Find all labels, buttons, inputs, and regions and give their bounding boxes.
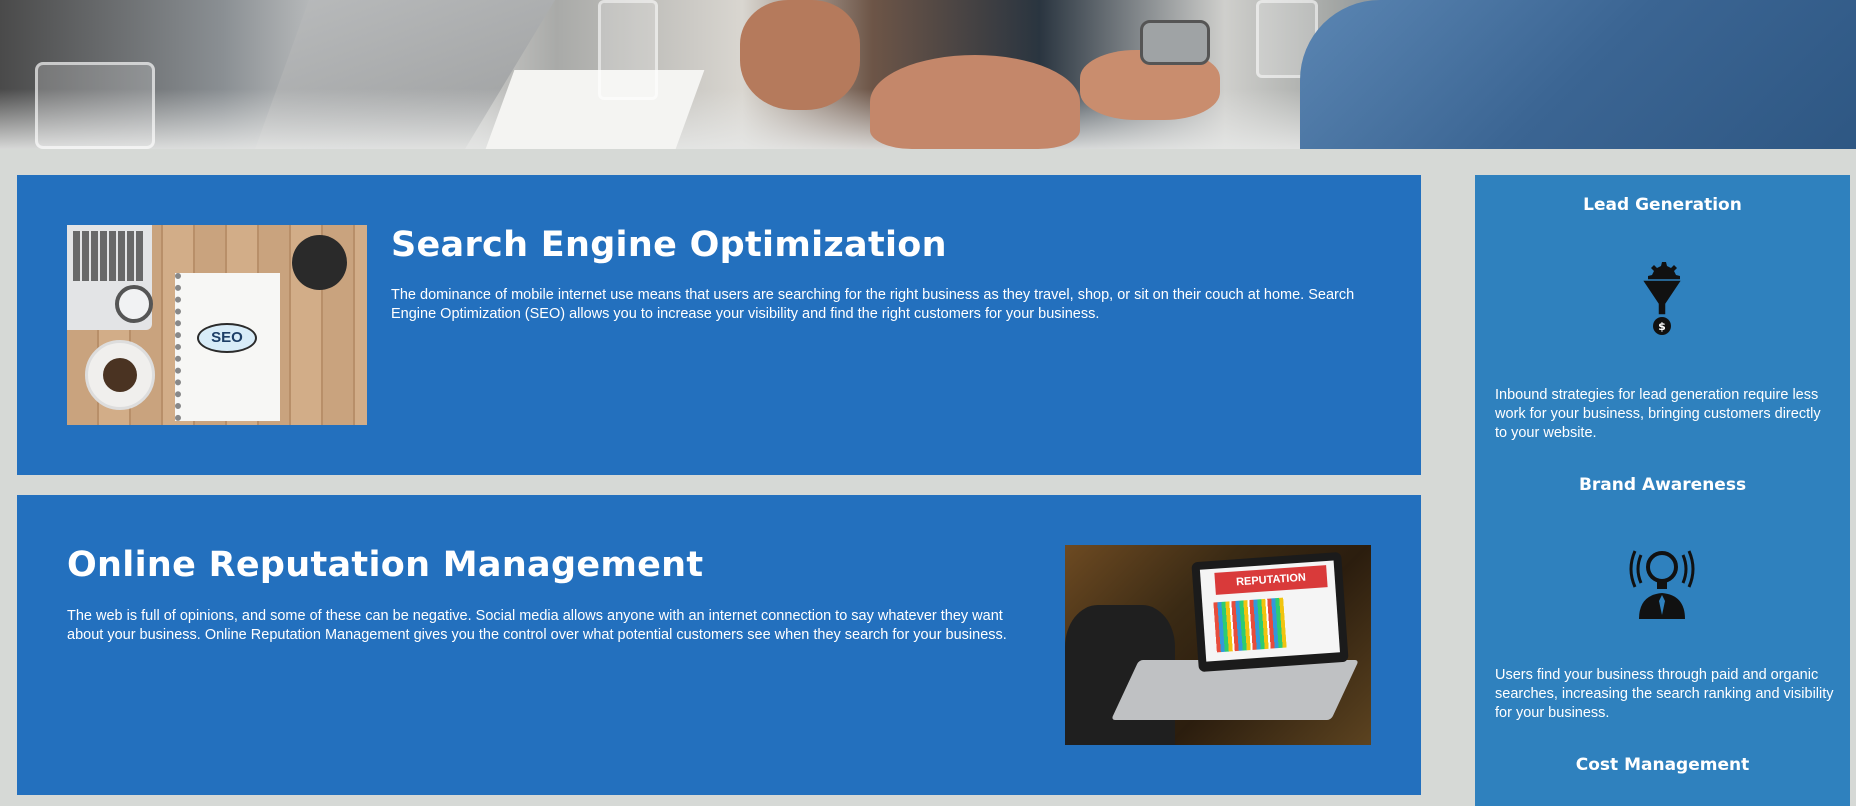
- seo-section: SEO Search Engine Optimization The domin…: [17, 175, 1421, 475]
- orm-image-chart: [1213, 597, 1287, 653]
- brand-awareness-text: Users find your business through paid an…: [1495, 667, 1834, 721]
- benefits-sidebar: Lead Generation $ Inbound strategies for…: [1475, 175, 1850, 806]
- seo-image-word: SEO: [197, 323, 257, 353]
- seo-image: SEO: [67, 225, 367, 425]
- coffee-cup-icon: [85, 340, 155, 410]
- brand-awareness-title: Brand Awareness: [1578, 475, 1747, 495]
- cost-management-title: Cost Management: [1575, 755, 1750, 775]
- hero-glass: [598, 0, 658, 100]
- orm-text: The web is full of opinions, and some of…: [67, 608, 1007, 643]
- hero-hand: [870, 55, 1080, 149]
- hero-glass: [35, 62, 155, 149]
- seo-text: The dominance of mobile internet use mea…: [391, 287, 1355, 322]
- orm-section: Online Reputation Management The web is …: [17, 495, 1421, 795]
- orm-title: Online Reputation Management: [67, 545, 704, 585]
- hero-sleeve: [1300, 0, 1856, 149]
- svg-text:$: $: [1658, 320, 1666, 333]
- hero-hand: [740, 0, 860, 110]
- hero-image: [0, 0, 1856, 149]
- magnifier-icon: [115, 285, 153, 323]
- hero-watch: [1140, 20, 1210, 65]
- lead-generation-title: Lead Generation: [1583, 195, 1742, 215]
- lead-funnel-icon: $: [1640, 262, 1684, 335]
- pen-cup-icon: [292, 235, 347, 290]
- hero-paper: [485, 70, 705, 149]
- brand-lightbulb-icon: [1629, 550, 1695, 619]
- seo-title: Search Engine Optimization: [391, 225, 947, 265]
- orm-image: REPUTATION: [1065, 545, 1371, 745]
- lead-generation-text: Inbound strategies for lead generation r…: [1495, 387, 1821, 441]
